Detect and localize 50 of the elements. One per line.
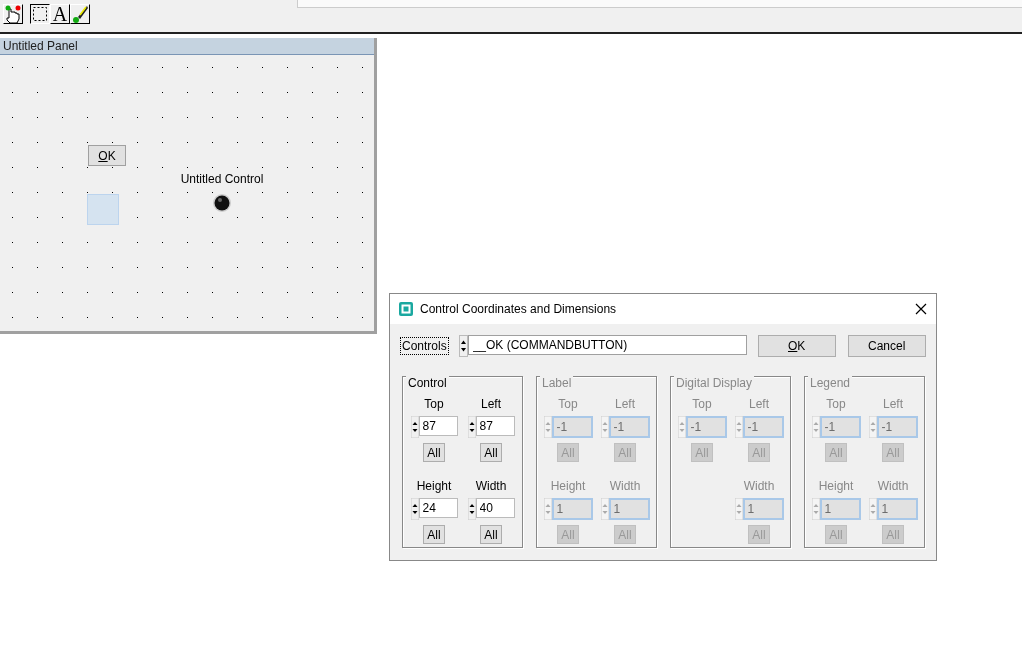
number-input-field[interactable]: 87	[418, 416, 458, 436]
operate-tool-button[interactable]	[3, 4, 23, 24]
field-label: Height	[416, 479, 452, 493]
cancel-button[interactable]: Cancel	[847, 335, 926, 357]
field-label: Width	[475, 479, 507, 493]
control-label: Untitled Control	[179, 172, 265, 186]
spin-arrows-icon[interactable]	[467, 498, 476, 520]
all-button[interactable]: All	[423, 443, 445, 462]
app-icon	[399, 302, 413, 316]
field-label: Width	[609, 479, 641, 493]
number-input-field[interactable]: 24	[418, 498, 458, 518]
field-label: Left	[883, 397, 903, 411]
field-label: Left	[615, 397, 635, 411]
group-title: Control	[406, 376, 449, 390]
dashed-rectangle-icon	[32, 6, 48, 22]
controls-label: Controls	[400, 337, 449, 355]
field-label: Top	[692, 397, 712, 411]
field-label: Width	[743, 479, 775, 493]
paint-tool-button[interactable]	[70, 4, 90, 24]
field-label: Left	[749, 397, 769, 411]
spin-arrows-icon[interactable]	[458, 335, 468, 357]
group-title: Label	[540, 376, 574, 390]
led-indicator-icon	[212, 193, 232, 213]
field-label: Height	[818, 479, 854, 493]
field-label: Left	[481, 397, 501, 411]
group-title: Digital Display	[674, 376, 755, 390]
dialog-title: Control Coordinates and Dimensions	[420, 302, 618, 316]
field-label: Height	[550, 479, 586, 493]
all-button[interactable]: All	[480, 443, 502, 462]
number-input-field[interactable]: 87	[475, 416, 515, 436]
spin-arrows-icon[interactable]	[467, 416, 476, 438]
ok-button[interactable]: OK	[757, 335, 836, 357]
field-label: Top	[558, 397, 578, 411]
hand-pointer-icon	[4, 5, 22, 23]
group-title: Legend	[808, 376, 853, 390]
text-tool-button[interactable]: A	[50, 4, 70, 24]
field-label: Top	[826, 397, 846, 411]
spin-arrows-icon[interactable]	[410, 416, 419, 438]
selection-rectangle	[87, 194, 119, 225]
brush-icon	[71, 5, 89, 23]
selection-tool-button[interactable]	[30, 4, 50, 24]
all-button[interactable]: All	[480, 525, 502, 544]
field-label: Width	[877, 479, 909, 493]
all-button[interactable]: All	[423, 525, 445, 544]
control-select-field[interactable]: __OK (COMMANDBUTTON)	[467, 335, 747, 355]
spin-arrows-icon[interactable]	[410, 498, 419, 520]
field-label: Top	[424, 397, 444, 411]
ok-button[interactable]: OK	[88, 145, 126, 166]
panel-title-bar: Untitled Panel	[0, 38, 374, 55]
number-input-field[interactable]: 40	[475, 498, 515, 518]
